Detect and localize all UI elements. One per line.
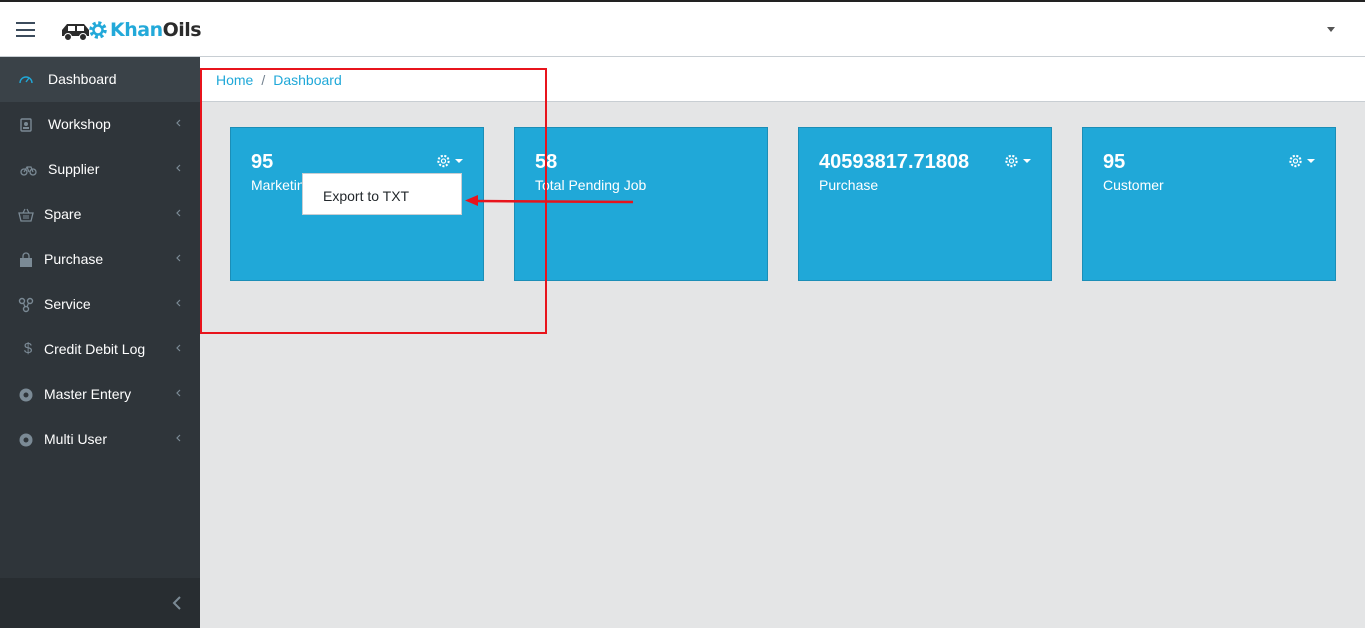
sidebar-item-label: Workshop (48, 116, 111, 132)
chevron-left-icon (176, 299, 181, 307)
caret-down-icon (1307, 159, 1315, 163)
card-value: 95 (1103, 151, 1126, 173)
sidebar-item-label: Master Entery (44, 386, 132, 402)
sidebar-item-label: Supplier (48, 161, 100, 177)
dollar-icon: $ (23, 340, 33, 357)
sidebar-item-dashboard[interactable]: Dashboard (0, 57, 200, 102)
stat-card-pending-job: 58 Total Pending Job (514, 127, 768, 281)
gear-icon (1289, 154, 1302, 168)
chevron-left-icon (176, 119, 181, 127)
menu-toggle-button[interactable] (16, 22, 35, 37)
sidebar-item-workshop[interactable]: Workshop (0, 102, 200, 147)
top-header: KhanOils (0, 0, 1365, 57)
card-settings-dropdown[interactable] (1288, 153, 1315, 169)
card-value: 95 (251, 151, 274, 173)
chevron-left-icon (176, 434, 181, 442)
sidebar-item-spare[interactable]: Spare (0, 192, 200, 237)
brand-logo[interactable]: KhanOils (58, 14, 202, 46)
breadcrumb-separator: / (261, 72, 266, 88)
breadcrumb-home-link[interactable]: Home (216, 72, 253, 88)
breadcrumb-current-link[interactable]: Dashboard (273, 72, 342, 88)
sidebar-item-label: Dashboard (48, 71, 117, 87)
sidebar-item-supplier[interactable]: Supplier (0, 147, 200, 192)
card-settings-dropdown[interactable] (1004, 153, 1031, 169)
sidebar-minimize-button[interactable] (0, 578, 200, 628)
chevron-left-icon (172, 596, 181, 610)
export-to-txt-menu-item[interactable]: Export to TXT (302, 173, 462, 215)
logo-text-khan: Khan (110, 19, 163, 41)
circle-icon (19, 433, 33, 447)
circle-icon (19, 388, 33, 402)
sidebar-item-label: Credit Debit Log (44, 341, 146, 357)
card-value: 40593817.71808 (819, 151, 970, 173)
sidebar: Dashboard Workshop Supplier Spare Purcha… (0, 57, 200, 628)
card-label: Total Pending Job (535, 177, 647, 193)
sidebar-item-label: Purchase (44, 251, 104, 267)
caret-down-icon (455, 159, 463, 163)
chevron-left-icon (176, 344, 181, 352)
gear-icon (1005, 154, 1018, 168)
caret-down-icon (1023, 159, 1031, 163)
logo-text-oils: Oils (162, 19, 202, 41)
user-menu-caret[interactable] (1327, 27, 1335, 32)
card-label: Purchase (819, 177, 879, 193)
breadcrumb: Home / Dashboard (200, 57, 1365, 102)
sidebar-item-purchase[interactable]: Purchase (0, 237, 200, 282)
chevron-left-icon (176, 164, 181, 172)
card-settings-dropdown[interactable] (436, 153, 463, 169)
sidebar-item-label: Spare (44, 206, 82, 222)
sidebar-item-label: Service (44, 296, 91, 312)
bag-icon (20, 252, 32, 267)
car-gear-icon (62, 21, 107, 41)
basket-icon (18, 208, 34, 222)
card-label: Customer (1103, 177, 1164, 193)
badge-icon (20, 118, 32, 132)
bicycle-icon (20, 166, 37, 176)
sidebar-item-service[interactable]: Service (0, 282, 200, 327)
chevron-left-icon (176, 254, 181, 262)
chevron-left-icon (176, 389, 181, 397)
card-value: 58 (535, 151, 558, 173)
chevron-left-icon (176, 209, 181, 217)
gear-icon (437, 154, 450, 168)
stat-card-purchase: 40593817.71808 Purchase (798, 127, 1052, 281)
stat-card-customer: 95 Customer (1082, 127, 1336, 281)
sidebar-item-master-entery[interactable]: Master Entery (0, 372, 200, 417)
speedometer-icon (19, 76, 33, 84)
sidebar-item-label: Multi User (44, 431, 108, 447)
sidebar-item-credit-debit-log[interactable]: $ Credit Debit Log (0, 327, 200, 372)
link-icon (18, 297, 34, 313)
sidebar-item-multi-user[interactable]: Multi User (0, 417, 200, 462)
